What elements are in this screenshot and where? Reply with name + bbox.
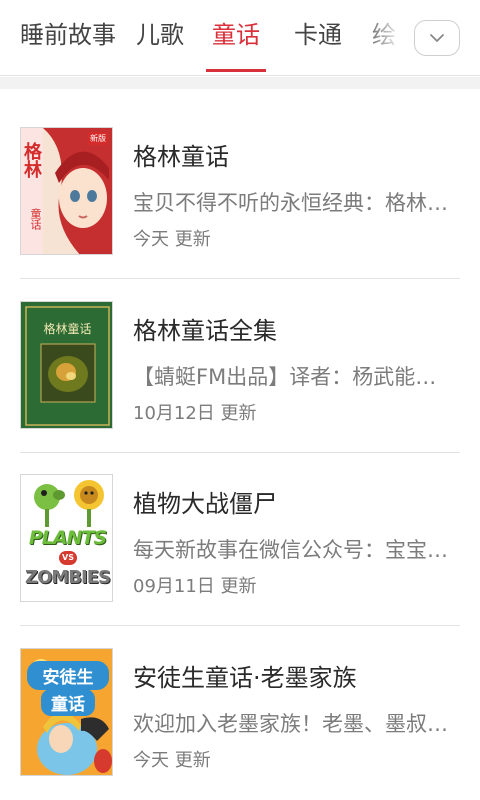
album-description: 每天新故事在微信公众号：宝宝加油	[133, 538, 453, 562]
tab-nursery-rhymes[interactable]: 儿歌	[136, 18, 184, 58]
album-update-time: 今天 更新	[133, 229, 211, 250]
tab-overflow-fade	[360, 10, 410, 66]
album-description: 欢迎加入老墨家族！老墨、墨叔叔讲故事	[133, 712, 453, 736]
chevron-down-icon	[430, 34, 444, 42]
active-tab-indicator	[206, 69, 266, 72]
cover-vs: VS	[59, 551, 77, 565]
album-update-time: 今天 更新	[133, 750, 211, 771]
album-title: 格林童话全集	[133, 317, 277, 345]
more-categories-button[interactable]	[414, 20, 460, 56]
album-description: 【蜻蜓FM出品】译者：杨武能《格林童话全集》	[133, 365, 453, 389]
album-title: 格林童话	[133, 143, 229, 171]
cover-subtitle: ZOMBIES	[25, 567, 111, 588]
cover-title: 格林童话	[43, 322, 92, 336]
album-title: 植物大战僵尸	[133, 490, 277, 518]
cover-subtitle: 童话	[29, 208, 42, 230]
album-cover: 格林童话	[20, 301, 113, 429]
cover-badge: 新版	[88, 132, 108, 145]
album-description: 宝贝不得不听的永恒经典：格林童话	[133, 191, 453, 215]
tab-cartoons[interactable]: 卡通	[294, 18, 342, 58]
album-update-time: 10月12日 更新	[133, 403, 257, 424]
section-gap	[0, 77, 480, 89]
cover-title: 安徒生	[27, 661, 109, 690]
album-cover: 格林 童话 新版	[20, 127, 113, 255]
list-item[interactable]: 格林 童话 新版 格林童话 宝贝不得不听的永恒经典：格林童话 今天 更新	[0, 89, 480, 279]
list-item[interactable]: PLANTS VS ZOMBIES 植物大战僵尸 每天新故事在微信公众号：宝宝加…	[0, 436, 480, 626]
list-item[interactable]: 安徒生 童话 安徒生童话·老墨家族 欢迎加入老墨家族！老墨、墨叔叔讲故事 今天 …	[0, 610, 480, 783]
cover-subtitle: 童话	[41, 689, 95, 716]
list-item[interactable]: 格林童话 格林童话全集 【蜻蜓FM出品】译者：杨武能《格林童话全集》 10月12…	[0, 263, 480, 453]
tab-bedtime-stories[interactable]: 睡前故事	[20, 18, 116, 58]
album-cover: PLANTS VS ZOMBIES	[20, 474, 113, 602]
album-update-time: 09月11日 更新	[133, 576, 257, 597]
cover-title: PLANTS	[28, 527, 107, 549]
album-title: 安徒生童话·老墨家族	[133, 664, 357, 692]
album-cover: 安徒生 童话	[20, 648, 113, 776]
category-tab-bar: 睡前故事 儿歌 童话 卡通 绘	[0, 0, 480, 76]
tab-fairy-tales[interactable]: 童话	[212, 18, 260, 58]
cover-title: 格林	[21, 142, 42, 178]
